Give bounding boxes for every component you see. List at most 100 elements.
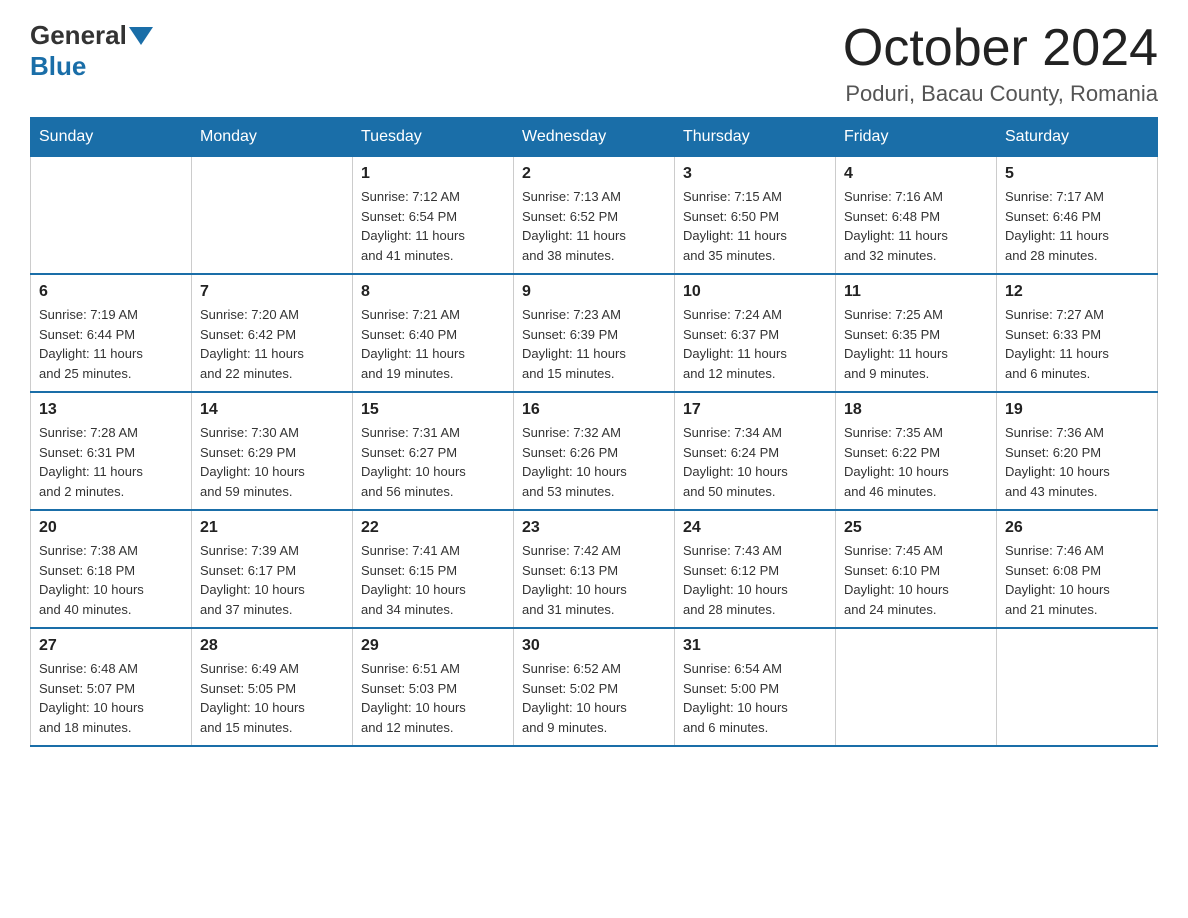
logo: General Blue (30, 20, 155, 82)
calendar-cell: 7 Sunrise: 7:20 AMSunset: 6:42 PMDaylight… (192, 274, 353, 392)
header-cell-tuesday: Tuesday (353, 118, 514, 157)
day-number: 3 (683, 165, 827, 183)
calendar-cell: 9Sunrise: 7:23 AMSunset: 6:39 PMDaylight… (514, 274, 675, 392)
calendar-cell: 29 Sunrise: 6:51 AMSunset: 5:03 PMDayligh… (353, 628, 514, 746)
day-number: 25 (844, 519, 988, 537)
calendar-cell: 2 Sunrise: 7:13 AMSunset: 6:52 PMDaylight… (514, 157, 675, 275)
day-info: Sunrise: 7:23 AMSunset: 6:39 PMDaylight:… (522, 305, 666, 383)
calendar-cell (836, 628, 997, 746)
calendar-table: SundayMondayTuesdayWednesdayThursdayFrid… (30, 117, 1158, 747)
day-number: 6 (39, 283, 183, 301)
calendar-cell: 18 Sunrise: 7:35 AMSunset: 6:22 PMDayligh… (836, 392, 997, 510)
day-info: Sunrise: 7:17 AMSunset: 6:46 PMDaylight:… (1005, 187, 1149, 265)
day-info: Sunrise: 7:19 AMSunset: 6:44 PMDaylight:… (39, 305, 183, 383)
title-section: October 2024 Poduri, Bacau County, Roman… (843, 20, 1158, 107)
day-number: 29 (361, 637, 505, 655)
day-number: 10 (683, 283, 827, 301)
day-info: Sunrise: 7:15 AMSunset: 6:50 PMDaylight:… (683, 187, 827, 265)
week-row-4: 20Sunrise: 7:38 AMSunset: 6:18 PMDayligh… (31, 510, 1158, 628)
week-row-1: 1Sunrise: 7:12 AMSunset: 6:54 PMDaylight… (31, 157, 1158, 275)
calendar-cell: 25 Sunrise: 7:45 AMSunset: 6:10 PMDayligh… (836, 510, 997, 628)
day-info: Sunrise: 7:39 AMSunset: 6:17 PMDaylight:… (200, 541, 344, 619)
day-info: Sunrise: 6:51 AMSunset: 5:03 PMDaylight:… (361, 659, 505, 737)
day-info: Sunrise: 7:16 AMSunset: 6:48 PMDaylight:… (844, 187, 988, 265)
day-info: Sunrise: 7:45 AMSunset: 6:10 PMDaylight:… (844, 541, 988, 619)
day-info: Sunrise: 6:48 AMSunset: 5:07 PMDaylight:… (39, 659, 183, 737)
day-number: 21 (200, 519, 344, 537)
day-number: 15 (361, 401, 505, 419)
day-info: Sunrise: 6:52 AMSunset: 5:02 PMDaylight:… (522, 659, 666, 737)
day-info: Sunrise: 7:43 AMSunset: 6:12 PMDaylight:… (683, 541, 827, 619)
day-number: 4 (844, 165, 988, 183)
day-info: Sunrise: 7:27 AMSunset: 6:33 PMDaylight:… (1005, 305, 1149, 383)
day-info: Sunrise: 6:54 AMSunset: 5:00 PMDaylight:… (683, 659, 827, 737)
header-cell-wednesday: Wednesday (514, 118, 675, 157)
day-info: Sunrise: 7:46 AMSunset: 6:08 PMDaylight:… (1005, 541, 1149, 619)
calendar-cell: 12 Sunrise: 7:27 AMSunset: 6:33 PMDayligh… (997, 274, 1158, 392)
header-cell-saturday: Saturday (997, 118, 1158, 157)
page-header: General Blue October 2024 Poduri, Bacau … (30, 20, 1158, 107)
day-info: Sunrise: 7:42 AMSunset: 6:13 PMDaylight:… (522, 541, 666, 619)
day-number: 8 (361, 283, 505, 301)
day-number: 12 (1005, 283, 1149, 301)
week-row-2: 6 Sunrise: 7:19 AMSunset: 6:44 PMDaylight… (31, 274, 1158, 392)
header-cell-sunday: Sunday (31, 118, 192, 157)
day-number: 5 (1005, 165, 1149, 183)
calendar-cell: 1Sunrise: 7:12 AMSunset: 6:54 PMDaylight… (353, 157, 514, 275)
calendar-header: SundayMondayTuesdayWednesdayThursdayFrid… (31, 118, 1158, 157)
calendar-cell: 21 Sunrise: 7:39 AMSunset: 6:17 PMDayligh… (192, 510, 353, 628)
calendar-cell: 14Sunrise: 7:30 AMSunset: 6:29 PMDayligh… (192, 392, 353, 510)
calendar-cell: 8Sunrise: 7:21 AMSunset: 6:40 PMDaylight… (353, 274, 514, 392)
calendar-cell: 16 Sunrise: 7:32 AMSunset: 6:26 PMDayligh… (514, 392, 675, 510)
day-number: 24 (683, 519, 827, 537)
calendar-cell: 23 Sunrise: 7:42 AMSunset: 6:13 PMDayligh… (514, 510, 675, 628)
day-number: 27 (39, 637, 183, 655)
calendar-cell: 19Sunrise: 7:36 AMSunset: 6:20 PMDayligh… (997, 392, 1158, 510)
calendar-cell: 27 Sunrise: 6:48 AMSunset: 5:07 PMDayligh… (31, 628, 192, 746)
day-info: Sunrise: 7:41 AMSunset: 6:15 PMDaylight:… (361, 541, 505, 619)
calendar-cell: 31 Sunrise: 6:54 AMSunset: 5:00 PMDayligh… (675, 628, 836, 746)
header-row: SundayMondayTuesdayWednesdayThursdayFrid… (31, 118, 1158, 157)
calendar-cell: 20Sunrise: 7:38 AMSunset: 6:18 PMDayligh… (31, 510, 192, 628)
calendar-cell: 28 Sunrise: 6:49 AMSunset: 5:05 PMDayligh… (192, 628, 353, 746)
calendar-cell (31, 157, 192, 275)
day-info: Sunrise: 7:32 AMSunset: 6:26 PMDaylight:… (522, 423, 666, 501)
day-number: 2 (522, 165, 666, 183)
header-cell-monday: Monday (192, 118, 353, 157)
header-cell-thursday: Thursday (675, 118, 836, 157)
day-number: 7 (200, 283, 344, 301)
header-cell-friday: Friday (836, 118, 997, 157)
day-number: 28 (200, 637, 344, 655)
day-number: 30 (522, 637, 666, 655)
calendar-cell: 26Sunrise: 7:46 AMSunset: 6:08 PMDayligh… (997, 510, 1158, 628)
location-title: Poduri, Bacau County, Romania (843, 81, 1158, 107)
week-row-3: 13Sunrise: 7:28 AMSunset: 6:31 PMDayligh… (31, 392, 1158, 510)
calendar-cell: 17 Sunrise: 7:34 AMSunset: 6:24 PMDayligh… (675, 392, 836, 510)
day-number: 1 (361, 165, 505, 183)
day-number: 17 (683, 401, 827, 419)
calendar-cell: 30 Sunrise: 6:52 AMSunset: 5:02 PMDayligh… (514, 628, 675, 746)
calendar-cell: 22 Sunrise: 7:41 AMSunset: 6:15 PMDayligh… (353, 510, 514, 628)
month-title: October 2024 (843, 20, 1158, 77)
day-info: Sunrise: 7:35 AMSunset: 6:22 PMDaylight:… (844, 423, 988, 501)
calendar-cell: 4 Sunrise: 7:16 AMSunset: 6:48 PMDaylight… (836, 157, 997, 275)
day-number: 23 (522, 519, 666, 537)
day-info: Sunrise: 7:34 AMSunset: 6:24 PMDaylight:… (683, 423, 827, 501)
day-number: 31 (683, 637, 827, 655)
day-number: 22 (361, 519, 505, 537)
day-info: Sunrise: 6:49 AMSunset: 5:05 PMDaylight:… (200, 659, 344, 737)
day-info: Sunrise: 7:36 AMSunset: 6:20 PMDaylight:… (1005, 423, 1149, 501)
day-number: 20 (39, 519, 183, 537)
logo-arrow-icon (129, 27, 153, 45)
day-number: 16 (522, 401, 666, 419)
calendar-body: 1Sunrise: 7:12 AMSunset: 6:54 PMDaylight… (31, 157, 1158, 747)
day-number: 18 (844, 401, 988, 419)
logo-blue-text: Blue (30, 51, 86, 81)
calendar-cell: 15 Sunrise: 7:31 AMSunset: 6:27 PMDayligh… (353, 392, 514, 510)
day-number: 11 (844, 283, 988, 301)
calendar-cell (997, 628, 1158, 746)
day-info: Sunrise: 7:31 AMSunset: 6:27 PMDaylight:… (361, 423, 505, 501)
day-number: 13 (39, 401, 183, 419)
day-info: Sunrise: 7:13 AMSunset: 6:52 PMDaylight:… (522, 187, 666, 265)
day-info: Sunrise: 7:20 AMSunset: 6:42 PMDaylight:… (200, 305, 344, 383)
